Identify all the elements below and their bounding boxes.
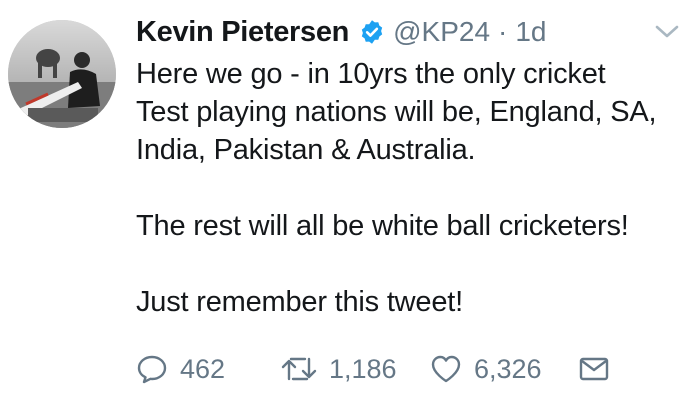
tweet-line: Here we go - in 10yrs the only cricket: [136, 58, 606, 90]
user-name[interactable]: Kevin Pietersen: [136, 16, 349, 49]
avatar[interactable]: [8, 20, 116, 128]
tweet-line: The rest will all be white ball crickete…: [136, 210, 629, 242]
envelope-icon: [578, 355, 610, 383]
direct-message-button[interactable]: [578, 350, 610, 388]
like-button[interactable]: 6,326: [430, 350, 542, 388]
verified-badge-icon: [359, 19, 385, 45]
retweet-button[interactable]: 1,186: [281, 350, 397, 388]
tweet-header: Kevin Pietersen @KP24 · 1d: [136, 10, 547, 54]
retweet-icon: [281, 355, 317, 383]
heart-icon: [430, 354, 462, 384]
tweet-line: Just remember this tweet!: [136, 286, 463, 318]
user-handle[interactable]: @KP24: [393, 16, 490, 48]
tweet-actions: 462 1,186 6,326: [136, 350, 681, 388]
tweet-card: Kevin Pietersen @KP24 · 1d Here we go - …: [0, 0, 698, 402]
tweet-timestamp[interactable]: 1d: [515, 16, 546, 48]
chevron-down-icon[interactable]: [654, 24, 680, 40]
tweet-text: Here we go - in 10yrs the only cricket T…: [136, 55, 681, 321]
reply-count: 462: [180, 353, 226, 384]
separator-dot: ·: [498, 16, 508, 47]
like-count: 6,326: [474, 353, 542, 384]
reply-button[interactable]: 462: [136, 350, 225, 388]
retweet-count: 1,186: [329, 353, 397, 384]
tweet-line: India, Pakistan & Australia.: [136, 134, 476, 166]
reply-icon: [136, 354, 168, 384]
tweet-line: Test playing nations will be, England, S…: [136, 96, 657, 128]
